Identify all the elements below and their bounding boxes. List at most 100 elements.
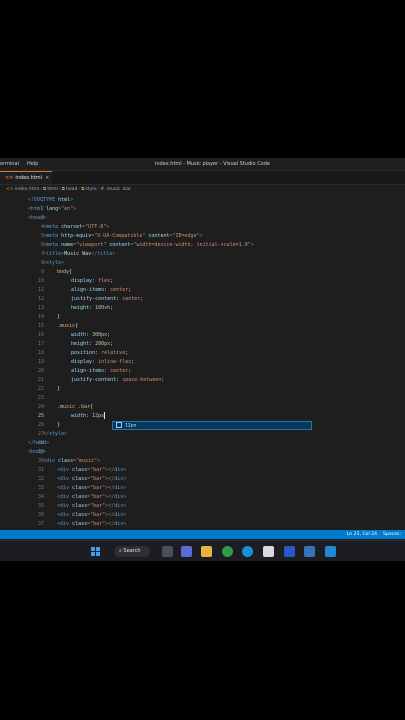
code-token: content [145, 233, 170, 239]
code-line[interactable]: 7 <title>Music Wav</title> [0, 250, 405, 259]
code-token: > [250, 242, 254, 248]
chat-icon[interactable] [181, 546, 192, 557]
code-line[interactable]: 9 body{ [0, 268, 405, 277]
code-line[interactable]: 10 display: flex; [0, 277, 405, 286]
code-token: space-between [122, 377, 162, 383]
chrome-icon[interactable] [222, 546, 233, 557]
code-token: { [90, 404, 94, 410]
code-line[interactable]: 29 <body> [0, 448, 405, 457]
line-number: 10 [37, 278, 44, 284]
code-token: "UTF-8" [85, 224, 107, 230]
task-view-icon[interactable] [162, 546, 173, 557]
code-line[interactable]: 35 <div class="bar"></div> [0, 502, 405, 511]
code-line[interactable]: 14} [0, 313, 405, 322]
cursor-position[interactable]: Ln 25, Col 24 [347, 530, 377, 539]
code-line[interactable]: 19 display: inline-flex; [0, 358, 405, 367]
code-line[interactable]: 4 <meta charset="UTF-8"> [0, 223, 405, 232]
code-token: ; [107, 332, 111, 338]
edge-icon[interactable] [242, 546, 253, 557]
code-line[interactable]: 2 <html lang="en"> [0, 205, 405, 214]
code-line[interactable]: 30 <div class="music"> [0, 457, 405, 466]
code-line[interactable]: 18 position: relative; [0, 349, 405, 358]
close-icon[interactable]: × [45, 175, 49, 181]
code-line[interactable]: 22} [0, 385, 405, 394]
code-token: class [69, 476, 88, 482]
code-line[interactable]: 24 .music .bar{ [0, 403, 405, 412]
code-line[interactable]: 36 <div class="bar"></div> [0, 511, 405, 520]
line-number: 14 [37, 314, 44, 320]
line-number: 11 [37, 287, 44, 293]
code-line[interactable]: 5 <meta http-equiv="X-UA-Compatible" cont… [0, 232, 405, 241]
code-line[interactable]: 28 </head> [0, 439, 405, 448]
line-number: 30 [37, 458, 44, 464]
code-line[interactable]: 32 <div class="bar"></div> [0, 475, 405, 484]
breadcrumb-item[interactable]: index.html [15, 187, 40, 192]
code-line[interactable]: 8 <style> [0, 259, 405, 268]
code-editor[interactable]: 1 <!DOCTYPE html> 2 <html lang="en"> 3 <head>… [0, 196, 405, 530]
app-icon[interactable] [284, 546, 295, 557]
search-icon: ⌕ [119, 548, 122, 554]
code-token: div [114, 467, 124, 473]
code-token: title [97, 251, 113, 257]
tab-index-html[interactable]: <> index.html × [0, 171, 52, 184]
breadcrumb-item[interactable]: .music .bar [105, 187, 131, 192]
vscode-icon[interactable] [325, 546, 336, 557]
code-token: "bar" [90, 503, 106, 509]
windows-start-icon[interactable] [90, 546, 101, 557]
code-line[interactable]: 1 <!DOCTYPE html> [0, 196, 405, 205]
code-token: > [73, 206, 77, 212]
code-text: justify-content: space-between; [71, 376, 164, 385]
file-explorer-icon[interactable] [201, 546, 212, 557]
code-line[interactable]: 25 width: 12px [0, 412, 405, 421]
line-number: 18 [37, 350, 44, 356]
code-token: position [71, 350, 96, 356]
code-line[interactable]: 12 justify-content: center; [0, 295, 405, 304]
code-line[interactable]: 13 height: 100vh; [0, 304, 405, 313]
code-text: display: flex; [71, 277, 113, 286]
breadcrumb-item[interactable]: head [66, 187, 77, 192]
store-icon[interactable] [263, 546, 274, 557]
code-token: > [123, 467, 127, 473]
code-token: meta [46, 224, 59, 230]
code-text: height: 100vh; [71, 304, 113, 313]
code-token: { [75, 323, 79, 329]
code-line[interactable]: 15 .music{ [0, 322, 405, 331]
code-line[interactable]: 34 <div class="bar"></div> [0, 493, 405, 502]
code-token: "bar" [90, 485, 106, 491]
powershell-icon[interactable] [304, 546, 315, 557]
code-line[interactable]: 20 align-items: center; [0, 367, 405, 376]
chevron-right-icon: › [58, 187, 61, 192]
code-token: "bar" [90, 467, 106, 473]
code-line[interactable]: 17 height: 200px; [0, 340, 405, 349]
code-token: ></ [105, 485, 115, 491]
indentation[interactable]: Spaces: [383, 530, 401, 539]
code-token: div [60, 476, 70, 482]
code-line[interactable]: 16 width: 300px; [0, 331, 405, 340]
breadcrumb-item[interactable]: html [47, 187, 57, 192]
code-text: <div class="bar"></div> [57, 520, 126, 529]
code-line[interactable]: 23 [0, 394, 405, 403]
code-line[interactable]: 37 <div class="bar"></div> [0, 520, 405, 529]
code-line[interactable]: 33 <div class="bar"></div> [0, 484, 405, 493]
code-line[interactable]: 21 justify-content: space-between; [0, 376, 405, 385]
line-number: 32 [37, 476, 44, 482]
taskbar-search[interactable]: ⌕ Search [114, 546, 150, 557]
code-token: > [123, 485, 127, 491]
breadcrumb-item[interactable]: style [86, 187, 97, 192]
editor-tabs: <> index.html × [0, 171, 405, 185]
code-text: } [57, 313, 60, 322]
suggestion-item[interactable]: 12px [125, 424, 136, 429]
code-line[interactable]: 27 </style> [0, 430, 405, 439]
suggestion-widget[interactable]: 12px [112, 421, 312, 430]
code-line[interactable]: 3 <head> [0, 214, 405, 223]
code-token: center [122, 296, 141, 302]
code-token: > [123, 494, 127, 500]
code-line[interactable]: 31 <div class="bar"></div> [0, 466, 405, 475]
code-text: display: inline-flex; [71, 358, 134, 367]
code-token: "en" [61, 206, 74, 212]
code-line[interactable]: 11 align-items: center; [0, 286, 405, 295]
code-token: meta [46, 242, 59, 248]
code-line[interactable]: 6 <meta name="viewport" content="width=de… [0, 241, 405, 250]
line-number: 27 [37, 431, 44, 437]
code-token: > [123, 512, 127, 518]
